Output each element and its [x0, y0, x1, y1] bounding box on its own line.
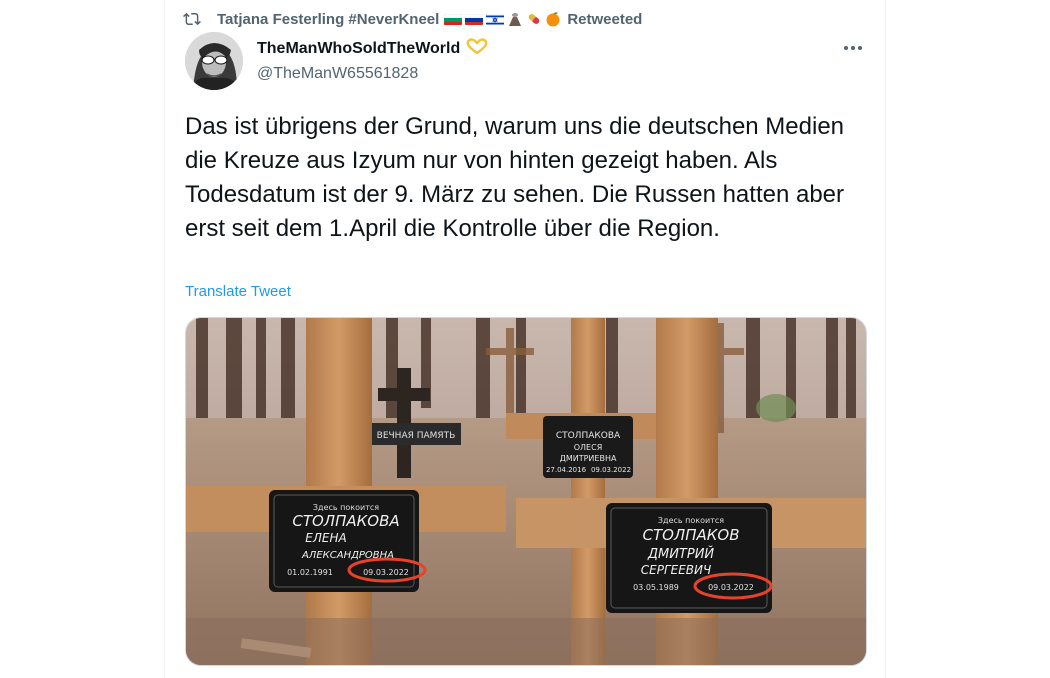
- more-options-button[interactable]: [841, 38, 865, 58]
- retweeter-emojis: [444, 11, 561, 27]
- retweeted-label: Retweeted: [567, 10, 643, 28]
- retweeter-name[interactable]: Tatjana Festerling #NeverKneel: [217, 11, 439, 28]
- middle-plaque-patronymic: ДМИТРИЕВНА: [560, 454, 617, 463]
- translate-tweet-link[interactable]: Translate Tweet: [185, 283, 291, 300]
- middle-plaque-name: ОЛЕСЯ: [574, 443, 603, 452]
- volcano-icon: [507, 11, 523, 27]
- heart-hands-icon: [466, 38, 488, 59]
- author-info: TheManWhoSoldTheWorld @TheManW65561828: [257, 38, 488, 83]
- right-plaque-name: ДМИТРИЙ: [647, 546, 715, 562]
- israel-flag-icon: [486, 13, 505, 25]
- right-plaque-death: 09.03.2022: [708, 583, 754, 592]
- right-plaque-patronymic: СЕРГЕЕВИЧ: [641, 563, 711, 577]
- author-avatar[interactable]: [185, 32, 243, 90]
- back-plaque-text: ВЕЧНАЯ ПАМЯТЬ: [377, 431, 456, 441]
- author-display-name[interactable]: TheManWhoSoldTheWorld: [257, 40, 460, 58]
- right-plaque-birth: 03.05.1989: [633, 583, 679, 592]
- right-plaque-line1: Здесь покоится: [658, 516, 724, 525]
- left-plaque-surname: СТОЛПАКОВА: [292, 512, 399, 530]
- pill-icon: [526, 11, 542, 27]
- middle-plaque-death: 09.03.2022: [591, 466, 631, 474]
- bulgaria-flag-icon: [444, 13, 463, 25]
- retweet-context: Tatjana Festerling #NeverKneel Retweeted: [183, 8, 642, 30]
- author-handle[interactable]: @TheManW65561828: [257, 65, 488, 83]
- tweet-card[interactable]: Tatjana Festerling #NeverKneel Retweeted: [164, 0, 886, 678]
- left-plaque-death: 09.03.2022: [363, 568, 409, 577]
- left-plaque-name: ЕЛЕНА: [305, 531, 346, 545]
- orange-icon: [545, 11, 561, 27]
- middle-plaque-surname: СТОЛПАКОВА: [556, 431, 621, 441]
- tweet-text: Das ist übrigens der Grund, warum uns di…: [185, 113, 845, 242]
- tweet-image[interactable]: ВЕЧНАЯ ПАМЯТЬ СТОЛПАКОВА ОЛЕСЯ ДМИТРИЕВН…: [185, 317, 867, 666]
- middle-plaque-birth: 27.04.2016: [546, 466, 587, 474]
- grave-crosses-photo: ВЕЧНАЯ ПАМЯТЬ СТОЛПАКОВА ОЛЕСЯ ДМИТРИЕВН…: [186, 318, 866, 665]
- retweet-icon: [183, 12, 201, 26]
- russia-flag-icon: [465, 13, 484, 25]
- left-plaque-line1: Здесь покоится: [313, 503, 379, 512]
- left-plaque-birth: 01.02.1991: [287, 568, 333, 577]
- author-display-name-row[interactable]: TheManWhoSoldTheWorld: [257, 38, 488, 59]
- right-plaque-surname: СТОЛПАКОВ: [642, 526, 739, 544]
- more-dots-icon: [844, 46, 862, 50]
